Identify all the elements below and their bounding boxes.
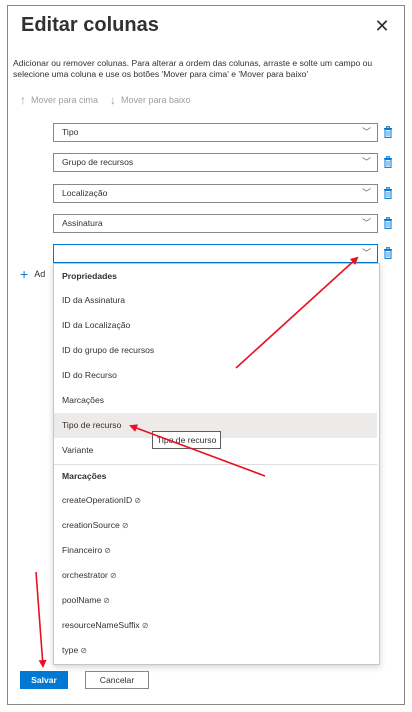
arrow-up-icon: ↑	[20, 93, 26, 107]
add-column-label: Ad	[34, 269, 46, 279]
arrow-down-icon: ↓	[110, 93, 117, 107]
delete-icon[interactable]	[383, 187, 393, 199]
tag-icon: ⊘	[80, 646, 87, 655]
option-id-localizacao[interactable]: ID da Localização	[54, 313, 377, 338]
column-select-value: Grupo de recursos	[62, 157, 134, 167]
option-label: Financeiro	[62, 545, 103, 555]
move-up-label: Mover para cima	[31, 95, 99, 105]
tag-icon: ⊘	[103, 596, 110, 605]
delete-icon[interactable]	[383, 156, 393, 168]
option-id-recurso[interactable]: ID do Recurso	[54, 363, 377, 388]
column-select-grupo[interactable]: Grupo de recursos ﹀	[53, 153, 378, 172]
tooltip: Tipo de recurso	[152, 431, 222, 449]
chevron-down-icon: ﹀	[361, 127, 371, 137]
delete-icon[interactable]	[383, 217, 393, 229]
option-tag-financeiro[interactable]: Financeiro ⊘	[54, 538, 377, 563]
option-id-grupo-recursos[interactable]: ID do grupo de recursos	[54, 338, 377, 363]
column-select-new[interactable]: ﹀	[53, 244, 378, 263]
option-label: orchestrator	[62, 570, 108, 580]
move-up-button[interactable]: ↑ Mover para cima	[20, 93, 98, 107]
column-select-value: Localização	[62, 188, 108, 198]
column-select-assinatura[interactable]: Assinatura ﹀	[53, 214, 378, 233]
column-select-localizacao[interactable]: Localização ﹀	[53, 184, 378, 203]
option-label: Marcações	[62, 395, 105, 405]
option-marcacoes[interactable]: Marcações	[54, 388, 377, 413]
option-label: Tipo de recurso	[62, 420, 122, 430]
cancel-button[interactable]: Cancelar	[85, 671, 149, 689]
option-id-assinatura[interactable]: ID da Assinatura	[54, 288, 377, 313]
column-select-tipo[interactable]: Tipo ﹀	[53, 123, 378, 142]
move-toolbar: ↑ Mover para cima ↓ Mover para baixo	[20, 93, 191, 107]
tag-icon: ⊘	[121, 521, 129, 530]
option-tag-resourcenamesuffix[interactable]: resourceNameSuffix ⊘	[54, 613, 377, 638]
column-select-value: Tipo	[62, 127, 79, 137]
option-label: ID da Localização	[62, 320, 131, 330]
chevron-down-icon: ﹀	[361, 188, 371, 198]
option-label: type	[62, 645, 79, 655]
option-tag-creationsource[interactable]: creationSource ⊘	[54, 513, 377, 538]
tag-icon: ⊘	[109, 571, 117, 580]
option-label: resourceNameSuffix	[62, 620, 140, 630]
option-tag-orchestrator[interactable]: orchestrator ⊘	[54, 563, 377, 588]
chevron-down-icon: ﹀	[361, 157, 371, 167]
option-label: creationSource	[62, 520, 120, 530]
move-down-label: Mover para baixo	[121, 95, 191, 105]
column-select-value: Assinatura	[62, 218, 103, 228]
delete-icon[interactable]	[383, 247, 393, 259]
save-button[interactable]: Salvar	[20, 671, 68, 689]
group-header-propriedades: Propriedades	[62, 271, 117, 281]
option-label: Variante	[62, 445, 94, 455]
tag-icon: ⊘	[134, 496, 141, 505]
option-tag-type[interactable]: type ⊘	[54, 638, 377, 663]
tag-icon: ⊘	[104, 546, 111, 555]
option-label: createOperationID	[62, 495, 133, 505]
chevron-down-icon: ﹀	[361, 248, 371, 258]
group-divider	[54, 464, 377, 465]
tag-icon: ⊘	[141, 621, 149, 630]
option-label: poolName	[62, 595, 102, 605]
close-icon[interactable]: ✕	[372, 16, 392, 36]
chevron-down-icon: ﹀	[361, 218, 371, 228]
dialog-description: Adicionar ou remover colunas. Para alter…	[13, 58, 373, 79]
option-label: ID do Recurso	[62, 370, 117, 380]
option-label: ID da Assinatura	[62, 295, 126, 305]
option-label: ID do grupo de recursos	[62, 345, 155, 355]
option-tag-poolname[interactable]: poolName ⊘	[54, 588, 377, 613]
column-options-dropdown: Propriedades ID da Assinatura ID da Loca…	[53, 263, 380, 665]
option-tag-createoperationid[interactable]: createOperationID ⊘	[54, 488, 377, 513]
dialog-title: Editar colunas	[21, 14, 159, 36]
delete-icon[interactable]	[383, 126, 393, 138]
group-header-marcacoes: Marcações	[62, 471, 107, 481]
move-down-button[interactable]: ↓ Mover para baixo	[110, 93, 191, 107]
plus-icon: +	[20, 266, 29, 282]
add-column-button[interactable]: + Ad	[20, 266, 45, 282]
